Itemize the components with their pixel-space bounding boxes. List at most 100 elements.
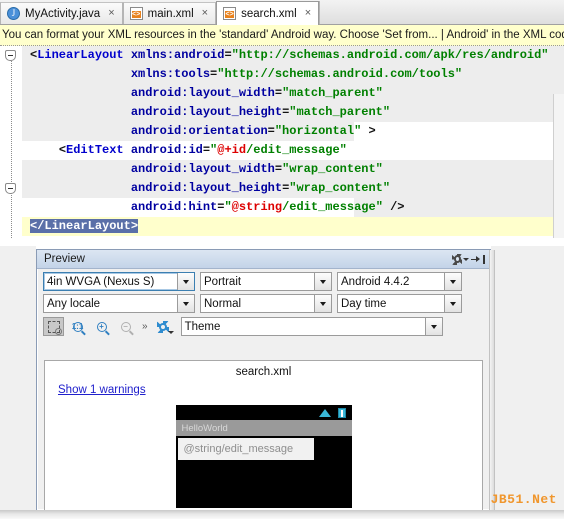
zoom-to-fit-icon[interactable] [43, 317, 64, 336]
device-status-bar [175, 405, 352, 420]
token-attr: xmlns:android [130, 48, 225, 62]
tab-bar-filler [319, 1, 564, 24]
code-text: android:hint="@string/edit_message" /> [30, 200, 405, 214]
code-line[interactable]: <EditText android:id="@+id/edit_message" [22, 141, 564, 160]
chevron-down-icon[interactable] [314, 295, 331, 312]
java-file-icon: J [7, 7, 20, 20]
overflow-chevron-icon[interactable]: » [139, 321, 150, 332]
token-res: @+id [217, 143, 247, 157]
code-text: android:layout_width="wrap_content" [30, 162, 383, 176]
edittext-widget[interactable]: @string/edit_message [177, 438, 314, 460]
tab-label: search.xml [241, 7, 297, 20]
token-punct: = [274, 162, 283, 176]
tab-search-xml[interactable]: search.xml × [216, 1, 320, 25]
device-preview[interactable]: HelloWorld @string/edit_message [175, 405, 352, 508]
token-attr: android:id [130, 143, 203, 157]
token-attr: android:hint [130, 200, 218, 214]
token-val: "http://schemas.android.com/apk/res/andr… [231, 48, 549, 62]
code-folding-rail [0, 46, 22, 238]
chevron-down-icon[interactable] [177, 273, 194, 290]
code-line[interactable]: <LinearLayout xmlns:android="http://sche… [22, 46, 564, 65]
zoom-in-icon[interactable]: + [91, 317, 112, 336]
notification-text: You can format your XML resources in the… [2, 29, 564, 41]
tab-close-icon[interactable]: × [305, 8, 311, 19]
theme-combo[interactable]: Theme [180, 317, 443, 336]
zoom-actual-size-glyph: 1:1 [71, 321, 84, 332]
notification-banner[interactable]: You can format your XML resources in the… [0, 25, 564, 46]
device-combo-value: 4in WVGA (Nexus S) [47, 275, 155, 288]
chevron-down-icon[interactable] [444, 273, 461, 290]
code-text: android:orientation="horizontal" > [30, 124, 376, 138]
render-options-gear-icon[interactable] [153, 317, 174, 336]
code-line[interactable]: android:orientation="horizontal" > [22, 122, 564, 141]
code-line[interactable]: android:layout_height="wrap_content" [22, 179, 564, 198]
preview-vertical-scrollbar[interactable] [489, 250, 495, 510]
token-attr: android:layout_height [130, 105, 283, 119]
code-line[interactable]: android:layout_width="wrap_content" [22, 160, 564, 179]
preview-render-area[interactable]: search.xml Show 1 warnings HelloWorld @s… [44, 360, 483, 510]
tab-myactivity-java[interactable]: J MyActivity.java × [0, 2, 123, 24]
window-bottom-edge [0, 510, 564, 519]
xml-file-icon [129, 7, 143, 20]
tab-main-xml[interactable]: main.xml × [122, 2, 217, 24]
preview-config-row-2: Any locale Normal Day time [37, 291, 490, 313]
code-text: android:layout_height="wrap_content" [30, 181, 390, 195]
preview-config-row-1: 4in WVGA (Nexus S) Portrait Android 4.4.… [37, 269, 490, 291]
code-text: <LinearLayout xmlns:android="http://sche… [30, 48, 549, 62]
editor-scroll-strip[interactable] [553, 94, 564, 238]
nightmode-combo[interactable]: Day time [337, 294, 462, 313]
code-line[interactable]: </LinearLayout> [22, 217, 564, 236]
uimode-combo[interactable]: Normal [200, 294, 332, 313]
preview-panel: Preview 4in WVGA (Nexus S) Portrait Andr… [36, 249, 495, 511]
locale-combo[interactable]: Any locale [43, 294, 195, 313]
zoom-to-fit-glyph [47, 320, 62, 335]
hide-panel-icon[interactable] [469, 252, 486, 267]
tab-close-icon[interactable]: × [202, 8, 208, 19]
editor-tab-bar: J MyActivity.java × main.xml × search.xm… [0, 0, 564, 25]
zoom-actual-size-icon[interactable]: 1:1 [67, 317, 88, 336]
token-punct: /> [390, 200, 405, 214]
token-val: "horizontal" [274, 124, 362, 138]
one-to-one-label: 1:1 [71, 321, 84, 331]
code-line[interactable]: xmlns:tools="http://schemas.android.com/… [22, 65, 564, 84]
token-punct: = [202, 143, 211, 157]
api-combo[interactable]: Android 4.4.2 [337, 272, 462, 291]
preview-panel-title: Preview [44, 253, 85, 265]
token-val: "http://schemas.android.com/tools" [217, 67, 463, 81]
code-lines[interactable]: <LinearLayout xmlns:android="http://sche… [22, 46, 564, 238]
plus-glyph: + [99, 321, 104, 331]
fold-toggle-edittext[interactable] [5, 183, 16, 194]
code-line[interactable]: android:hint="@string/edit_message" /> [22, 198, 564, 217]
fold-toggle-linearlayout[interactable] [5, 50, 16, 61]
code-line[interactable]: android:layout_height="match_parent" [22, 103, 564, 122]
xml-code-editor[interactable]: <LinearLayout xmlns:android="http://sche… [0, 46, 564, 238]
token-attr: android:orientation [130, 124, 268, 138]
token-attr: android:layout_width [130, 162, 275, 176]
render-file-title: search.xml [235, 366, 292, 378]
zoom-out-icon[interactable]: − [115, 317, 136, 336]
chevron-down-icon[interactable] [424, 318, 442, 335]
tab-label: main.xml [147, 7, 194, 20]
device-combo[interactable]: 4in WVGA (Nexus S) [43, 272, 195, 291]
code-text: android:layout_height="match_parent" [30, 105, 390, 119]
code-line[interactable]: android:layout_width="match_parent" [22, 84, 564, 103]
edittext-hint: @string/edit_message [183, 443, 294, 455]
orientation-combo[interactable]: Portrait [200, 272, 332, 291]
gear-icon[interactable] [452, 252, 469, 267]
tab-close-icon[interactable]: × [108, 8, 114, 19]
chevron-down-icon[interactable] [314, 273, 331, 290]
token-attr: android:layout_width [130, 86, 275, 100]
token-val: " [224, 200, 232, 214]
zoom-out-glyph: − [120, 321, 131, 332]
locale-combo-value: Any locale [47, 297, 101, 310]
token-punct: = [274, 86, 283, 100]
token-punct: < [58, 143, 67, 157]
chevron-down-icon[interactable] [177, 295, 194, 312]
token-val: "wrap_content" [282, 162, 383, 176]
hide-bar-glyph [482, 254, 485, 264]
show-warnings-link[interactable]: Show 1 warnings [58, 384, 146, 396]
chevron-down-icon[interactable] [444, 295, 461, 312]
token-punct: </ [30, 219, 45, 233]
